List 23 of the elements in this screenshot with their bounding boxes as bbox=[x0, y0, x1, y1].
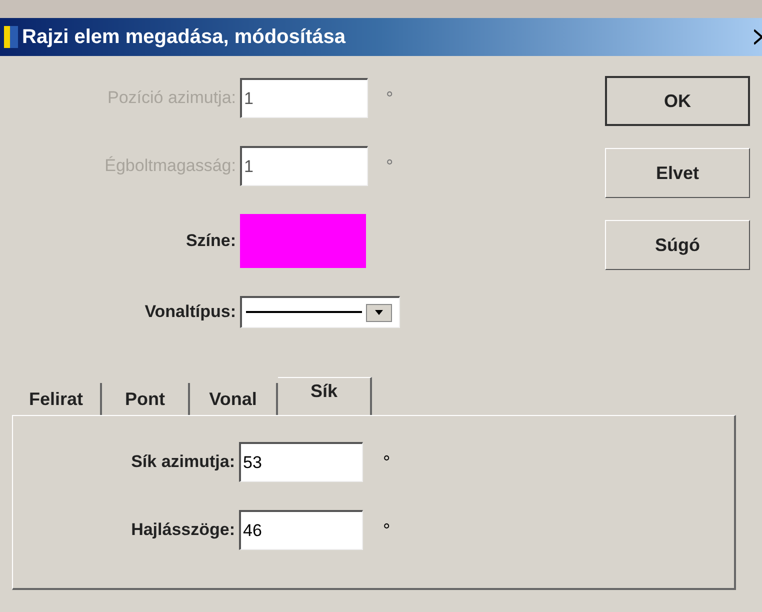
input-field[interactable]: 53 bbox=[239, 442, 363, 482]
solid-line-icon bbox=[246, 311, 362, 314]
tab[interactable]: Sík bbox=[278, 377, 372, 415]
tab[interactable]: Felirat bbox=[12, 383, 102, 415]
dialog-button[interactable]: Súgó bbox=[605, 220, 750, 270]
close-icon[interactable] bbox=[754, 28, 762, 46]
field-label: Sík azimutja: bbox=[130, 451, 235, 474]
field-label: Hajlásszöge: bbox=[130, 519, 235, 542]
dialog-button[interactable]: OK bbox=[605, 76, 750, 126]
line-type-dropdown[interactable] bbox=[240, 296, 400, 328]
field-label: Színe: bbox=[184, 230, 236, 252]
window-title: Rajzi elem megadása, módosítása bbox=[22, 25, 346, 50]
degree-sign: ° bbox=[383, 450, 390, 474]
degree-sign: ° bbox=[386, 86, 394, 110]
window-icon bbox=[4, 26, 18, 48]
dialog-button[interactable]: Elvet bbox=[605, 148, 750, 198]
field-label: Vonaltípus: bbox=[144, 301, 236, 324]
degree-sign: ° bbox=[386, 154, 394, 178]
tab[interactable]: Vonal bbox=[190, 383, 278, 415]
color-swatch[interactable] bbox=[240, 214, 366, 268]
input-field[interactable]: 46 bbox=[239, 510, 363, 550]
degree-sign: ° bbox=[383, 518, 390, 542]
tab[interactable]: Pont bbox=[102, 383, 190, 415]
